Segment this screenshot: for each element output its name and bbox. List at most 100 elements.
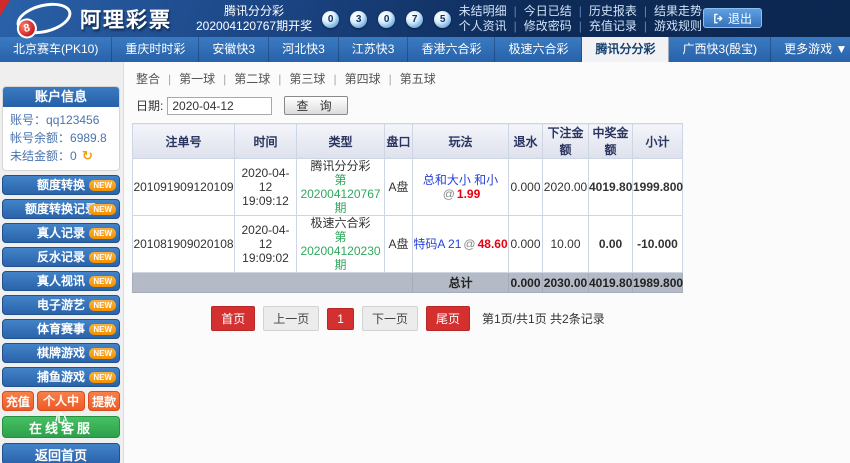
link-change-password[interactable]: 修改密码 [507,19,572,33]
sidebar-item-credit-transfer[interactable]: 额度转换NEW [2,175,120,195]
table-row: 201091909120109 2020-04-1219:09:12 腾讯分分彩… [133,159,683,216]
nav-item-cqssc[interactable]: 重庆时时彩 [112,37,199,62]
sidebar-item-board-games[interactable]: 棋牌游戏NEW [2,343,120,363]
cell-subtotal: 1999.800 [633,159,683,216]
new-badge: NEW [89,276,116,287]
col-play: 玩法 [413,124,509,159]
personal-center-button[interactable]: 个人中心 [37,391,85,411]
sidebar-item-live-record[interactable]: 真人记录NEW [2,223,120,243]
draw-game-name: 腾讯分分彩 [196,4,312,19]
new-badge: NEW [89,180,116,191]
pagination-next-button[interactable]: 下一页 [362,306,418,331]
subnav-item-ball4[interactable]: 第四球 [325,72,380,86]
pagination-first-button[interactable]: 首页 [211,306,255,331]
date-input[interactable] [167,97,272,115]
account-info-title: 账户信息 [3,87,119,107]
total-win: 4019.80 [589,273,633,293]
online-service-button[interactable]: 在线客服 [2,416,120,438]
bet-records-table: 注单号 时间 类型 盘口 玩法 退水 下注金额 中奖金额 小计 20109190… [132,123,683,293]
total-spacer [133,273,413,293]
lottery-ball: 5 [434,11,451,28]
sidebar-action-row: 充值 个人中心 提款 [2,391,120,411]
search-button[interactable]: 查 询 [284,96,347,115]
pagination-info: 第1页/共1页 共2条记录 [482,310,605,327]
deposit-button[interactable]: 充值 [2,391,34,411]
cell-order-no: 201091909120109 [133,159,235,216]
lottery-ball: 3 [350,11,367,28]
main-content: 整合第一球第二球第三球第四球第五球 日期: 查 询 注单号 时间 类型 盘 [124,62,850,463]
brand-logo[interactable]: 8 阿理彩票 [16,2,172,35]
nav-item-jiangsu-k3[interactable]: 江苏快3 [339,37,409,62]
pagination: 首页 上一页 1 下一页 尾页 第1页/共1页 共2条记录 [130,306,682,331]
col-type: 类型 [297,124,385,159]
cell-play: 特码A 21@48.60 [413,216,509,273]
refresh-balance-icon[interactable]: ↻ [82,148,93,163]
withdraw-button[interactable]: 提款 [88,391,120,411]
new-badge: NEW [89,372,116,383]
sidebar-item-live-casino[interactable]: 真人视讯NEW [2,271,120,291]
col-order-no: 注单号 [133,124,235,159]
cell-play: 总和大小 和小@1.99 [413,159,509,216]
link-result-trend[interactable]: 结果走势 [637,4,702,18]
nav-item-more-games[interactable]: 更多游戏 ▼ [771,37,850,62]
sidebar-item-slots[interactable]: 电子游艺NEW [2,295,120,315]
link-unsettled[interactable]: 未结明细 [459,4,507,18]
nav-item-txffc-active[interactable]: 腾讯分分彩 [582,37,669,62]
account-balance-row: 帐号余额：6989.8 [10,129,112,147]
cell-pan: A盘 [385,159,413,216]
subnav-item-ball3[interactable]: 第三球 [270,72,325,86]
cell-pan: A盘 [385,216,413,273]
nav-item-guangxi-k3[interactable]: 广西快3(殷宝) [669,37,771,62]
col-rebate: 退水 [509,124,543,159]
link-profile[interactable]: 个人资讯 [459,19,507,33]
query-bar: 日期: 查 询 [136,96,850,115]
link-settled-today[interactable]: 今日已结 [507,4,572,18]
cell-type: 极速六合彩第 202004120230 期 [297,216,385,273]
nav-item-hebei-k3[interactable]: 河北快3 [269,37,339,62]
link-deposit-record[interactable]: 充值记录 [572,19,637,33]
sidebar-item-fishing-games[interactable]: 捕鱼游戏NEW [2,367,120,387]
lottery-ball: 0 [378,11,395,28]
latest-draw: 腾讯分分彩 202004120767期开奖 0 3 0 7 5 [196,4,451,34]
sidebar-item-rebate-record[interactable]: 反水记录NEW [2,247,120,267]
link-game-rules[interactable]: 游戏规则 [637,19,702,33]
account-unsettled-row: 未结金额：0 ↻ [10,147,112,165]
subnav-item-ball2[interactable]: 第二球 [215,72,270,86]
page: 8 阿理彩票 腾讯分分彩 202004120767期开奖 0 3 0 7 5 未… [0,0,850,463]
col-time: 时间 [235,124,297,159]
new-badge: NEW [89,204,116,215]
nav-item-pk10[interactable]: 北京赛车(PK10) [0,37,112,62]
subnav-item-all[interactable]: 整合 [136,72,160,86]
back-home-button[interactable]: 返回首页 [2,443,120,463]
lottery-ball: 0 [322,11,339,28]
cell-rebate: 0.000 [509,159,543,216]
pagination-page-1-button[interactable]: 1 [327,308,354,330]
nav-item-jisu-lhc[interactable]: 极速六合彩 [495,37,582,62]
pagination-last-button[interactable]: 尾页 [426,306,470,331]
subnav-item-ball5[interactable]: 第五球 [381,72,436,86]
date-label: 日期: [136,97,163,114]
brand-name: 阿理彩票 [80,4,172,34]
subnav-item-ball1[interactable]: 第一球 [160,72,215,86]
logout-label: 退出 [728,10,752,27]
new-badge: NEW [89,252,116,263]
sidebar-item-sports[interactable]: 体育赛事NEW [2,319,120,339]
sidebar-item-transfer-record[interactable]: 额度转换记录NEW [2,199,120,219]
draw-balls: 0 3 0 7 5 [322,11,451,28]
new-badge: NEW [89,228,116,239]
cell-time: 2020-04-1219:09:02 [235,216,297,273]
nav-item-hk-lhc[interactable]: 香港六合彩 [408,37,495,62]
link-history-report[interactable]: 历史报表 [572,4,637,18]
header-links: 未结明细今日已结历史报表结果走势 个人资讯修改密码充值记录游戏规则 [459,4,702,34]
pagination-prev-button[interactable]: 上一页 [263,306,319,331]
ball-subnav: 整合第一球第二球第三球第四球第五球 [130,62,850,87]
col-win-amount: 中奖金额 [589,124,633,159]
logout-button[interactable]: 退出 [703,8,762,28]
game-nav: 北京赛车(PK10) 重庆时时彩 安徽快3 河北快3 江苏快3 香港六合彩 极速… [0,37,850,62]
account-unsettled: 0 [70,149,77,163]
total-rebate: 0.000 [509,273,543,293]
nav-item-anhui-k3[interactable]: 安徽快3 [199,37,269,62]
total-label: 总计 [413,273,509,293]
new-badge: NEW [89,300,116,311]
table-header-row: 注单号 时间 类型 盘口 玩法 退水 下注金额 中奖金额 小计 [133,124,683,159]
